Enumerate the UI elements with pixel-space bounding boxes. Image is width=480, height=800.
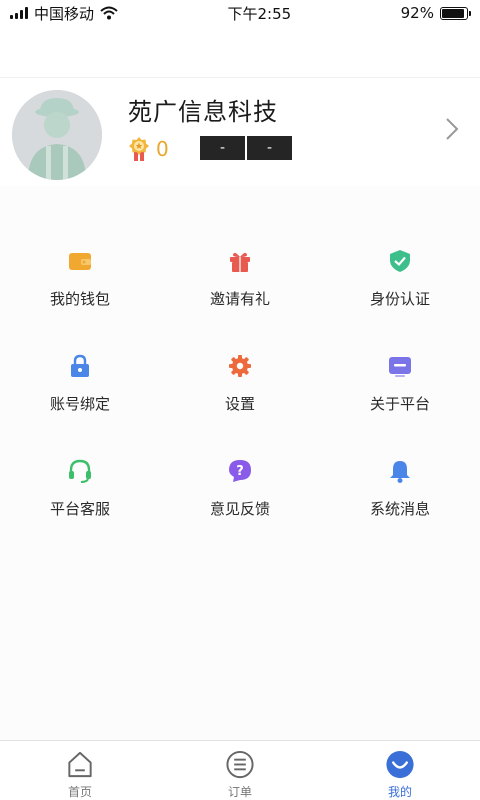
menu-item-label: 账号绑定 [49, 395, 110, 413]
tab-mine[interactable]: 我的 [320, 741, 480, 800]
menu-item-label: 系统消息 [369, 500, 430, 518]
lock-icon [67, 353, 93, 379]
battery-fill [441, 8, 465, 18]
profile-icon [386, 750, 414, 779]
tab-orders[interactable]: 订单 [160, 741, 320, 800]
menu-item-system-messages[interactable]: 系统消息 [320, 448, 480, 553]
menu-item-label: 平台客服 [49, 500, 110, 518]
bottom-tab-bar: 首页 订单 我的 [0, 740, 480, 800]
menu-item-customer-service[interactable]: 平台客服 [0, 448, 160, 553]
battery-percent: 92% [400, 4, 434, 22]
menu-item-account-binding[interactable]: 账号绑定 [0, 343, 160, 448]
menu-item-wallet[interactable]: 我的钱包 [0, 238, 160, 343]
svg-text:?: ? [236, 464, 244, 479]
shield-check-icon [387, 248, 413, 274]
menu-item-feedback[interactable]: ? 意见反馈 [160, 448, 320, 553]
menu-item-label: 关于平台 [369, 395, 430, 413]
menu-row: 我的钱包 邀请有礼 身份认证 [0, 238, 480, 343]
home-icon [68, 751, 92, 778]
menu-item-identity[interactable]: 身份认证 [320, 238, 480, 343]
gift-icon [227, 248, 253, 274]
wallet-icon [67, 248, 93, 274]
gear-icon [227, 353, 253, 379]
status-bar-left: 中国移动 [10, 3, 118, 24]
nav-bar [0, 26, 480, 78]
status-bar: 中国移动 下午2:55 92% [0, 0, 480, 26]
tab-label: 订单 [227, 785, 252, 799]
worker-avatar-icon[interactable] [12, 90, 102, 180]
feedback-question-icon: ? [227, 458, 253, 484]
carrier-label: 中国移动 [34, 4, 95, 23]
menu-item-label: 意见反馈 [209, 500, 270, 518]
menu-item-label: 我的钱包 [49, 290, 110, 308]
wifi-icon [100, 6, 118, 20]
menu-item-label: 设置 [224, 395, 255, 413]
points-row: 0 [128, 136, 169, 162]
menu-item-label: 身份认证 [369, 290, 430, 308]
signal-icon [10, 7, 28, 19]
menu-row: 账号绑定 设置 关于平台 [0, 343, 480, 448]
masked-segment-right: - [266, 140, 273, 156]
bell-icon [387, 458, 413, 484]
profile-screen: 中国移动 下午2:55 92% 苑广信息科技 0 - - 我的钱包 邀请有礼 身… [0, 0, 480, 800]
menu-item-label: 邀请有礼 [209, 290, 270, 308]
chevron-right-icon[interactable] [444, 116, 460, 142]
tab-label: 首页 [67, 785, 92, 799]
order-list-icon [226, 750, 254, 779]
info-card-icon [387, 353, 413, 379]
headset-icon [67, 458, 93, 484]
masked-id-field: - - [200, 136, 292, 160]
menu-item-about[interactable]: 关于平台 [320, 343, 480, 448]
menu-item-settings[interactable]: 设置 [160, 343, 320, 448]
points-value: 0 [156, 137, 169, 161]
tab-label: 我的 [387, 785, 412, 799]
profile-header[interactable]: 苑广信息科技 0 - - [0, 78, 480, 186]
battery-icon [439, 6, 471, 20]
user-name: 苑广信息科技 [128, 98, 278, 126]
status-bar-right: 92% [400, 4, 471, 22]
menu-row: 平台客服 ? 意见反馈 系统消息 [0, 448, 480, 553]
menu-grid: 我的钱包 邀请有礼 身份认证 账号绑定 设置 关于平台 平台客服 ? 意见反馈 … [0, 238, 480, 553]
menu-item-invite[interactable]: 邀请有礼 [160, 238, 320, 343]
medal-icon [129, 137, 149, 161]
masked-segment-left: - [219, 140, 226, 156]
tab-home[interactable]: 首页 [0, 741, 160, 800]
clock: 下午2:55 [227, 4, 292, 23]
